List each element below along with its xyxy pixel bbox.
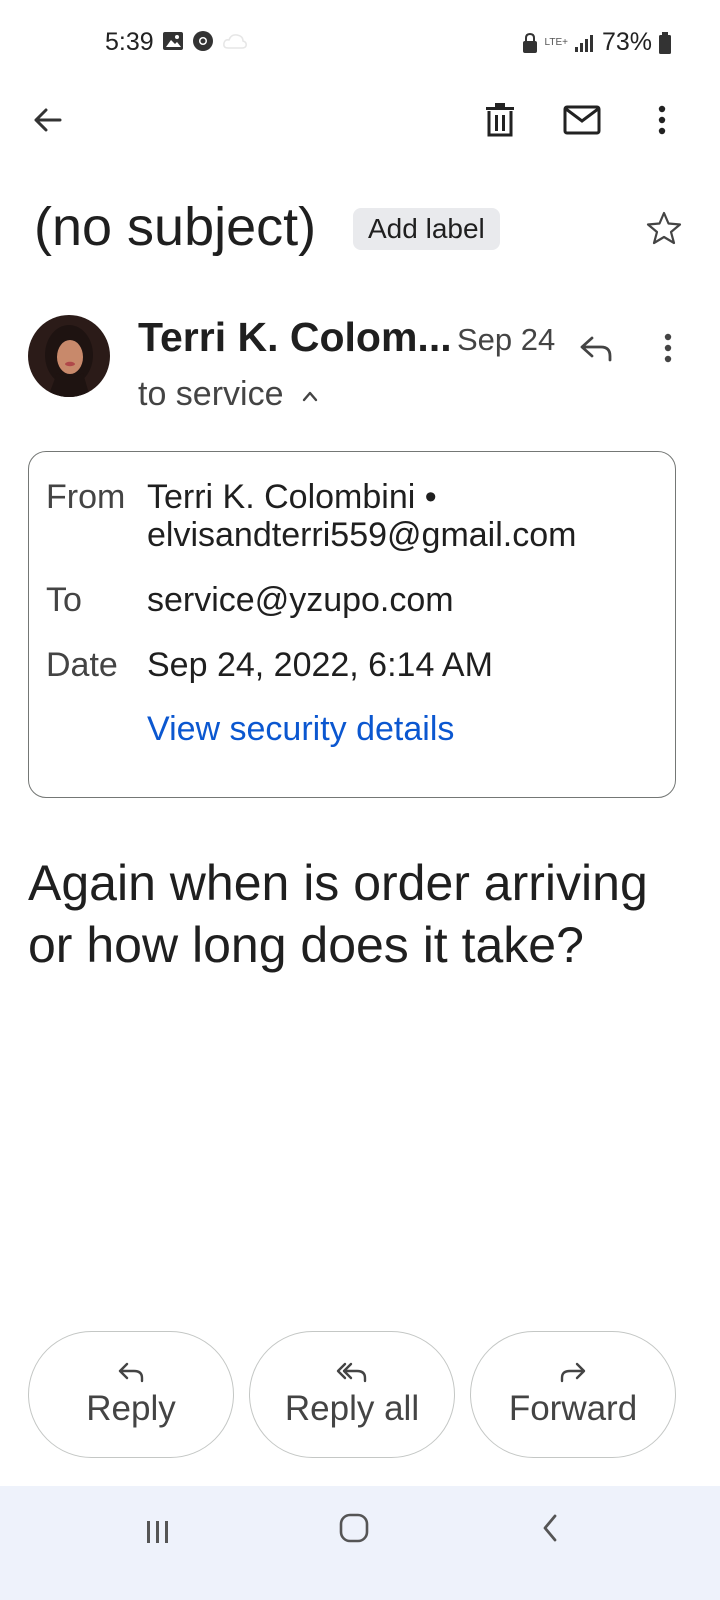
- system-back-button[interactable]: [530, 1508, 570, 1548]
- sender-name[interactable]: Terri K. Colom...: [138, 314, 452, 361]
- sender-avatar[interactable]: [28, 315, 110, 397]
- chevron-up-icon: [301, 389, 319, 403]
- star-button[interactable]: [634, 198, 694, 258]
- reply-label: Reply: [86, 1388, 176, 1428]
- reply-icon: [579, 334, 613, 362]
- cloud-icon: [222, 31, 248, 51]
- date-value: Sep 24, 2022, 6:14 AM: [147, 646, 493, 684]
- recent-apps-button[interactable]: [138, 1512, 178, 1552]
- more-options-button[interactable]: [632, 90, 692, 150]
- forward-button[interactable]: Forward: [470, 1331, 676, 1458]
- lock-icon: [521, 32, 539, 54]
- gallery-icon: [162, 31, 184, 51]
- chevron-left-icon: [540, 1513, 560, 1543]
- from-email[interactable]: elvisandterri559@gmail.com: [147, 516, 576, 555]
- battery-percent: 73%: [601, 28, 652, 56]
- add-label-chip[interactable]: Add label: [353, 208, 500, 250]
- to-line-text: to service: [138, 375, 284, 413]
- forward-label: Forward: [508, 1388, 638, 1428]
- home-button[interactable]: [334, 1508, 374, 1548]
- email-subject: (no subject): [34, 197, 317, 257]
- home-icon: [339, 1513, 369, 1543]
- mail-icon: [563, 105, 601, 135]
- more-vert-icon: [663, 333, 673, 363]
- trash-icon: [485, 102, 515, 138]
- back-button[interactable]: [17, 90, 77, 150]
- delete-button[interactable]: [470, 90, 530, 150]
- chrome-icon: [192, 30, 214, 52]
- from-name: Terri K. Colombini •: [147, 478, 437, 516]
- to-label: To: [46, 581, 82, 619]
- reply-all-icon: [336, 1361, 368, 1383]
- star-icon: [646, 211, 682, 245]
- to-email[interactable]: service@yzupo.com: [147, 581, 454, 620]
- reply-all-label: Reply all: [284, 1388, 420, 1428]
- email-date-short: Sep 24: [457, 322, 556, 357]
- reply-icon-button[interactable]: [566, 318, 626, 378]
- signal-icon: [574, 33, 596, 53]
- mark-unread-button[interactable]: [552, 90, 612, 150]
- recipients-toggle[interactable]: to service: [138, 375, 319, 414]
- forward-icon: [559, 1361, 587, 1383]
- reply-icon: [117, 1361, 145, 1383]
- reply-button[interactable]: Reply: [28, 1331, 234, 1458]
- view-security-details-link[interactable]: View security details: [147, 710, 454, 749]
- message-more-button[interactable]: [638, 318, 698, 378]
- email-body: Again when is order arriving or how long…: [28, 855, 648, 973]
- status-notification-icons: [162, 30, 248, 52]
- system-navigation-bar: [0, 1486, 720, 1600]
- arrow-left-icon: [31, 104, 63, 136]
- recent-apps-icon: [144, 1519, 172, 1545]
- more-vert-icon: [657, 105, 667, 135]
- battery-icon: [658, 31, 672, 55]
- network-type: LTE+: [544, 36, 568, 48]
- from-label: From: [46, 478, 126, 516]
- status-right: LTE+ 73%: [521, 28, 672, 57]
- status-time: 5:39: [105, 28, 154, 56]
- date-label: Date: [46, 646, 118, 684]
- reply-all-button[interactable]: Reply all: [249, 1331, 455, 1458]
